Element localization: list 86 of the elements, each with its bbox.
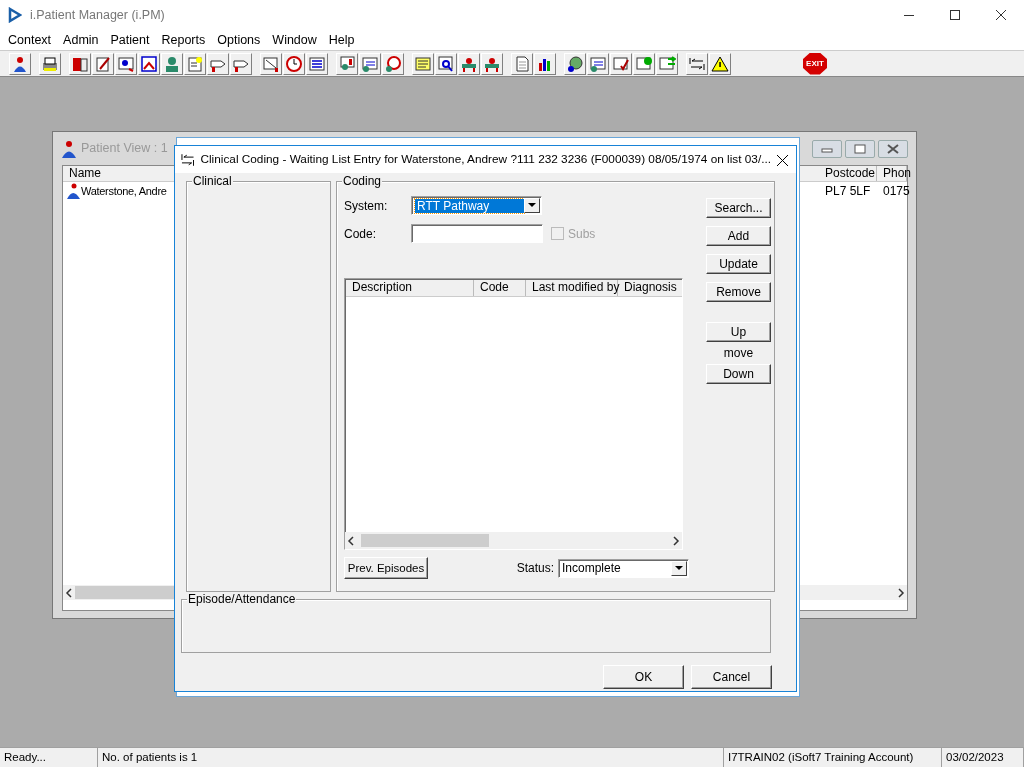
column-header[interactable]: Description [346,280,474,296]
person-icon [65,183,81,199]
scroll-right-icon[interactable] [670,534,682,547]
person-icon [61,139,77,158]
menu-item[interactable]: Help [322,30,361,50]
column-header[interactable]: Postcode [819,166,877,181]
window-title: Patient View : 1 [81,140,168,158]
arrows-icon [181,152,195,167]
dialog-title: Clinical Coding - Waiting List Entry for Waterstone, Andrew ?111 232 3236 (F000039) 08/05/1974 on list 03/... [200,150,771,168]
scroll-right-icon[interactable] [895,586,907,599]
move-label: move [723,345,754,362]
status-dropdown[interactable]: Incomplete [558,558,689,578]
note-icon[interactable] [184,52,206,75]
field-label: Status: [516,560,554,577]
monitor-icon[interactable] [336,52,358,75]
status-text: I7TRAIN02 (iSoft7 Training Account) [724,748,942,767]
restore-icon [854,143,866,154]
bed-icon[interactable] [458,52,480,75]
warning-icon[interactable] [709,52,731,75]
column-header[interactable]: Code [474,280,526,296]
button[interactable]: Search... [706,198,771,218]
menu-item[interactable]: Window [266,30,323,50]
form-plus-icon[interactable] [633,52,655,75]
system-dropdown[interactable]: RTT Pathway [411,196,542,215]
status-text: 03/02/2023 [942,748,1024,767]
tag-icon[interactable] [207,52,229,75]
button[interactable]: Up [706,322,771,342]
status-text: Ready... [0,748,98,767]
group-label: Clinical [192,174,233,188]
tag-icon[interactable] [230,52,252,75]
group-label: Coding [342,174,383,188]
code-field[interactable] [411,224,543,243]
exit-button[interactable]: EXIT [803,52,827,75]
bar-chart-icon[interactable] [534,52,556,75]
scroll-left-icon[interactable] [63,586,75,599]
close-icon[interactable] [996,10,1006,20]
restore-button[interactable] [845,139,875,158]
printer-icon[interactable] [39,52,61,75]
field-label: Code: [344,225,378,243]
button[interactable]: Add [706,226,771,246]
menu-item[interactable]: Reports [155,30,212,50]
field-label: System: [344,197,389,215]
clock-icon[interactable] [283,52,305,75]
maximize-icon[interactable] [950,10,960,20]
horizontal-scrollbar[interactable] [345,532,682,549]
globe-icon[interactable] [564,52,586,75]
ok-button[interactable]: OK [603,665,684,689]
column-header[interactable]: Last modified by [526,280,618,296]
app-logo-icon [8,7,22,23]
dropdown-arrow-icon [675,565,683,571]
app-title: i.Patient Manager (i.PM) [30,6,165,24]
document-icon[interactable] [511,52,533,75]
menu-item[interactable]: Admin [57,30,105,50]
book-icon[interactable] [69,52,91,75]
arrows-icon[interactable] [686,52,708,75]
bed-icon[interactable] [481,52,503,75]
table-cell-text: 0175 [883,183,910,200]
person-icon[interactable] [9,52,31,75]
doctor-icon[interactable] [161,52,183,75]
scroll-left-icon[interactable] [345,534,357,547]
button[interactable]: Remove [706,282,771,302]
menu-item[interactable]: Patient [104,30,156,50]
button[interactable]: Down [706,364,771,384]
button[interactable]: Update [706,254,771,274]
menu-item[interactable]: Options [211,30,267,50]
status-text: No. of patients is 1 [98,748,724,767]
edit-icon[interactable] [92,52,114,75]
page-icon[interactable] [260,52,282,75]
card-icon[interactable] [115,52,137,75]
menu-item[interactable]: Context [2,30,58,50]
form-icon[interactable] [587,52,609,75]
list-icon[interactable] [306,52,328,75]
search-icon[interactable] [435,52,457,75]
cancel-button[interactable]: Cancel [691,665,772,689]
list-view[interactable]: Description Code Last modified by Diagnosis [344,278,683,550]
table-cell-text: Waterstone, Andre [81,183,167,199]
prev-episodes-button[interactable]: Prev. Episodes [344,557,428,579]
note-icon[interactable] [412,52,434,75]
group-label: Episode/Attendance [187,592,297,606]
form-icon[interactable] [359,52,381,75]
clock-icon[interactable] [382,52,404,75]
table-cell-text: PL7 5LF [825,183,871,200]
form-check-icon[interactable] [610,52,632,75]
dropdown-arrow-icon [528,203,536,208]
checkbox-label: Subs [568,225,596,243]
close-icon [887,143,899,154]
